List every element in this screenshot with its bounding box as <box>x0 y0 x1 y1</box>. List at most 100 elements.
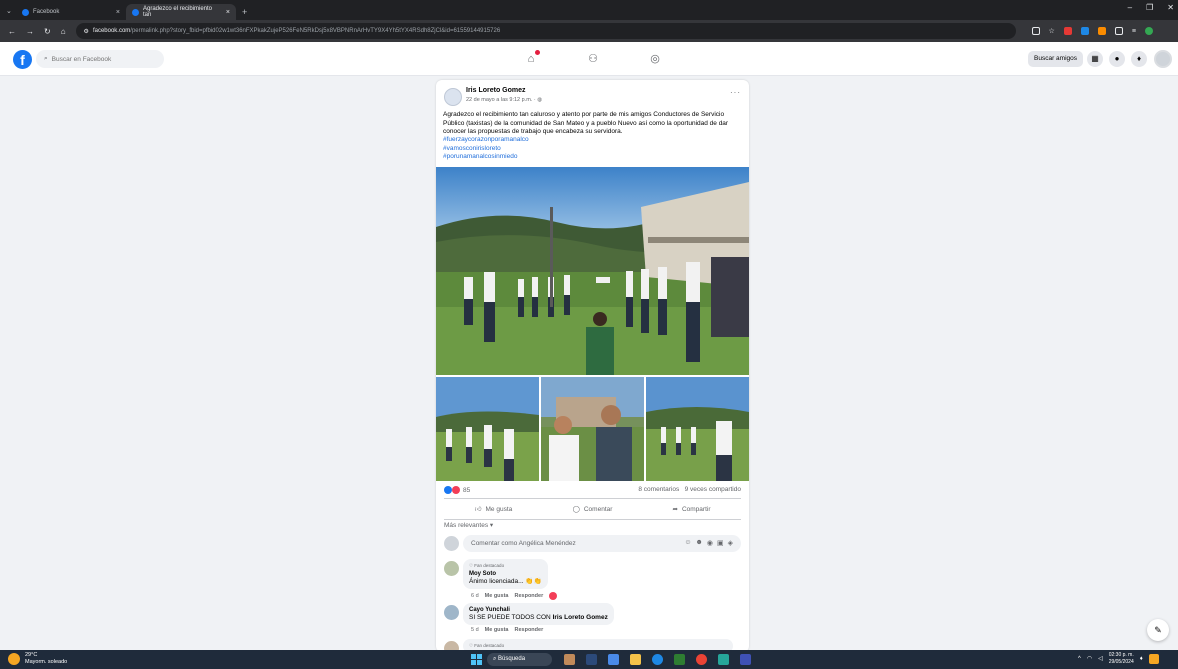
author-avatar[interactable] <box>444 88 462 106</box>
bookmark-star-icon[interactable]: ☆ <box>1049 27 1055 35</box>
notification-bell-icon[interactable]: ♦ <box>1140 656 1143 662</box>
home-icon[interactable]: ⌂ <box>61 27 66 36</box>
share-arrow-icon: ➦ <box>672 506 678 513</box>
comment-button[interactable]: ◯ Comentar <box>543 500 642 518</box>
commenter-avatar[interactable] <box>444 605 459 620</box>
media-icon[interactable]: ≡ <box>1132 28 1136 35</box>
divider <box>444 519 741 520</box>
tray-chevron-icon[interactable]: ^ <box>1078 656 1081 662</box>
close-tab-icon[interactable]: × <box>226 9 230 16</box>
like-button[interactable]: 👍︎ Me gusta <box>444 500 543 518</box>
facebook-logo-icon[interactable]: f <box>13 50 32 69</box>
widgets-icon[interactable] <box>608 654 619 665</box>
wifi-icon[interactable]: ◠ <box>1087 655 1092 662</box>
tab-search-icon[interactable]: ⌄ <box>6 4 16 20</box>
emoji-icon[interactable]: ☻ <box>696 539 703 547</box>
comment-reply-button[interactable]: Responder <box>515 627 544 633</box>
new-tab-icon[interactable]: + <box>236 4 253 20</box>
menu-grid-icon[interactable]: ▦ <box>1087 51 1103 67</box>
comment-age[interactable]: 6 d <box>471 593 479 599</box>
sticker-icon[interactable]: ☺ <box>684 539 691 547</box>
start-windows-icon[interactable] <box>471 654 482 665</box>
extension-shield-icon[interactable] <box>1080 27 1089 35</box>
clock[interactable]: 02:30 p. m. 29/05/2024 <box>1109 652 1134 665</box>
weather-widget[interactable]: 29°C Mayorm. soleado <box>8 652 67 666</box>
love-reaction-icon <box>549 592 558 600</box>
share-button[interactable]: ➦ Compartir <box>642 500 741 518</box>
commenter-name[interactable]: Moy Soto <box>469 570 542 578</box>
copilot-icon[interactable] <box>1148 653 1159 664</box>
messenger-icon[interactable]: ● <box>1109 51 1125 67</box>
file-explorer-icon[interactable] <box>630 654 641 665</box>
comment-sort-dropdown[interactable]: Más relevantes ▾ <box>444 521 493 529</box>
system-tray: ^ ◠ ◁ 02:30 p. m. 29/05/2024 ♦ <box>1078 652 1159 665</box>
volume-icon[interactable]: ◁ <box>1098 655 1103 662</box>
back-icon[interactable]: ← <box>8 27 16 36</box>
extension-red-icon[interactable] <box>1063 27 1072 35</box>
shares-count-link[interactable]: 9 veces compartido <box>685 486 741 493</box>
home-nav-icon[interactable]: ⌂ <box>524 50 540 66</box>
post-timestamp[interactable]: 22 de mayo a las 9:12 p.m. · ◍ <box>466 97 542 103</box>
tab-post[interactable]: Agradezco el recibimiento tan × <box>126 4 236 20</box>
app-icon[interactable] <box>740 654 751 665</box>
extensions-puzzle-icon[interactable] <box>1114 27 1123 35</box>
comment-bubble: Cayo Yunchali SI SE PUEDE TODOS CON Iris… <box>463 603 614 625</box>
notification-dot <box>535 50 540 55</box>
forward-icon[interactable]: → <box>26 27 34 36</box>
comment-like-button[interactable]: Me gusta <box>485 593 509 599</box>
hashtag-link[interactable]: #porunamanalcosinmiedo <box>443 153 529 162</box>
hashtag-link[interactable]: #fuerzaycorazonporamanalco <box>443 136 529 145</box>
new-message-button[interactable]: ✎ <box>1147 619 1169 641</box>
task-app-icon[interactable] <box>564 654 575 665</box>
extension-orange-icon[interactable] <box>1097 27 1106 35</box>
post-photo-3[interactable] <box>541 377 644 481</box>
mention-link[interactable]: Iris Loreto Gomez <box>553 614 608 621</box>
restore-icon[interactable]: ❐ <box>1146 3 1153 12</box>
find-friends-button[interactable]: Buscar amigos <box>1028 51 1083 67</box>
clock-date: 29/05/2024 <box>1108 658 1134 665</box>
task-view-icon[interactable] <box>586 654 597 665</box>
notifications-bell-icon[interactable]: ♦ <box>1131 51 1147 67</box>
camera-icon[interactable]: ◉ <box>707 539 713 547</box>
commenter-avatar[interactable] <box>444 561 459 576</box>
account-avatar[interactable] <box>1154 50 1172 68</box>
search-input[interactable] <box>51 55 152 63</box>
close-tab-icon[interactable]: × <box>116 9 120 16</box>
profile-icon[interactable] <box>1144 27 1153 35</box>
badge-text: Fan destacado <box>474 643 505 648</box>
chrome-icon[interactable] <box>696 654 707 665</box>
more-options-icon[interactable]: ··· <box>730 88 741 97</box>
post-photo-4[interactable] <box>646 377 749 481</box>
close-window-icon[interactable]: ✕ <box>1167 3 1174 12</box>
cast-icon[interactable] <box>1031 27 1040 35</box>
comment-like-button[interactable]: Me gusta <box>485 627 509 633</box>
reaction-summary[interactable]: 85 <box>444 486 470 494</box>
thumbs-up-icon: 👍︎ <box>474 506 482 513</box>
post-photo-main[interactable] <box>436 167 749 375</box>
edge-icon[interactable] <box>652 654 663 665</box>
minimize-icon[interactable]: – <box>1128 3 1132 12</box>
hashtag-link[interactable]: #vamosconirisloreto <box>443 145 529 154</box>
address-bar[interactable]: ⚙ facebook.com /permalink.php?story_fbid… <box>75 23 1016 39</box>
groups-nav-icon[interactable]: ◎ <box>648 52 662 66</box>
post-caption: Agradezco el recibimiento tan caluroso y… <box>443 111 729 135</box>
app-icon[interactable] <box>718 654 729 665</box>
post-photo-2[interactable] <box>436 377 539 481</box>
avatar-sticker-icon[interactable]: ◈ <box>728 539 733 547</box>
taskbar-search[interactable]: ⌕ Búsqueda <box>487 653 552 666</box>
site-info-icon[interactable]: ⚙ <box>84 28 89 35</box>
comments-count-link[interactable]: 8 comentarios <box>638 486 679 493</box>
store-icon[interactable] <box>674 654 685 665</box>
author-name[interactable]: Iris Loreto Gomez <box>466 87 526 94</box>
like-label: Me gusta <box>485 505 513 513</box>
composer-icons: ☺ ☻ ◉ ▣ ◈ <box>684 539 733 547</box>
comment-text: Ánimo licenciada... 👏👏 <box>469 578 542 585</box>
commenter-name[interactable]: Cayo Yunchali <box>469 606 608 614</box>
reload-icon[interactable]: ↻ <box>44 27 51 36</box>
facebook-search[interactable]: ⌕ <box>36 50 164 68</box>
tab-facebook[interactable]: Facebook × <box>16 4 126 20</box>
gif-icon[interactable]: ▣ <box>717 539 724 547</box>
comment-age[interactable]: 5 d <box>471 627 479 633</box>
comment-reply-button[interactable]: Responder <box>515 593 544 599</box>
friends-nav-icon[interactable]: ⚇ <box>586 52 600 66</box>
